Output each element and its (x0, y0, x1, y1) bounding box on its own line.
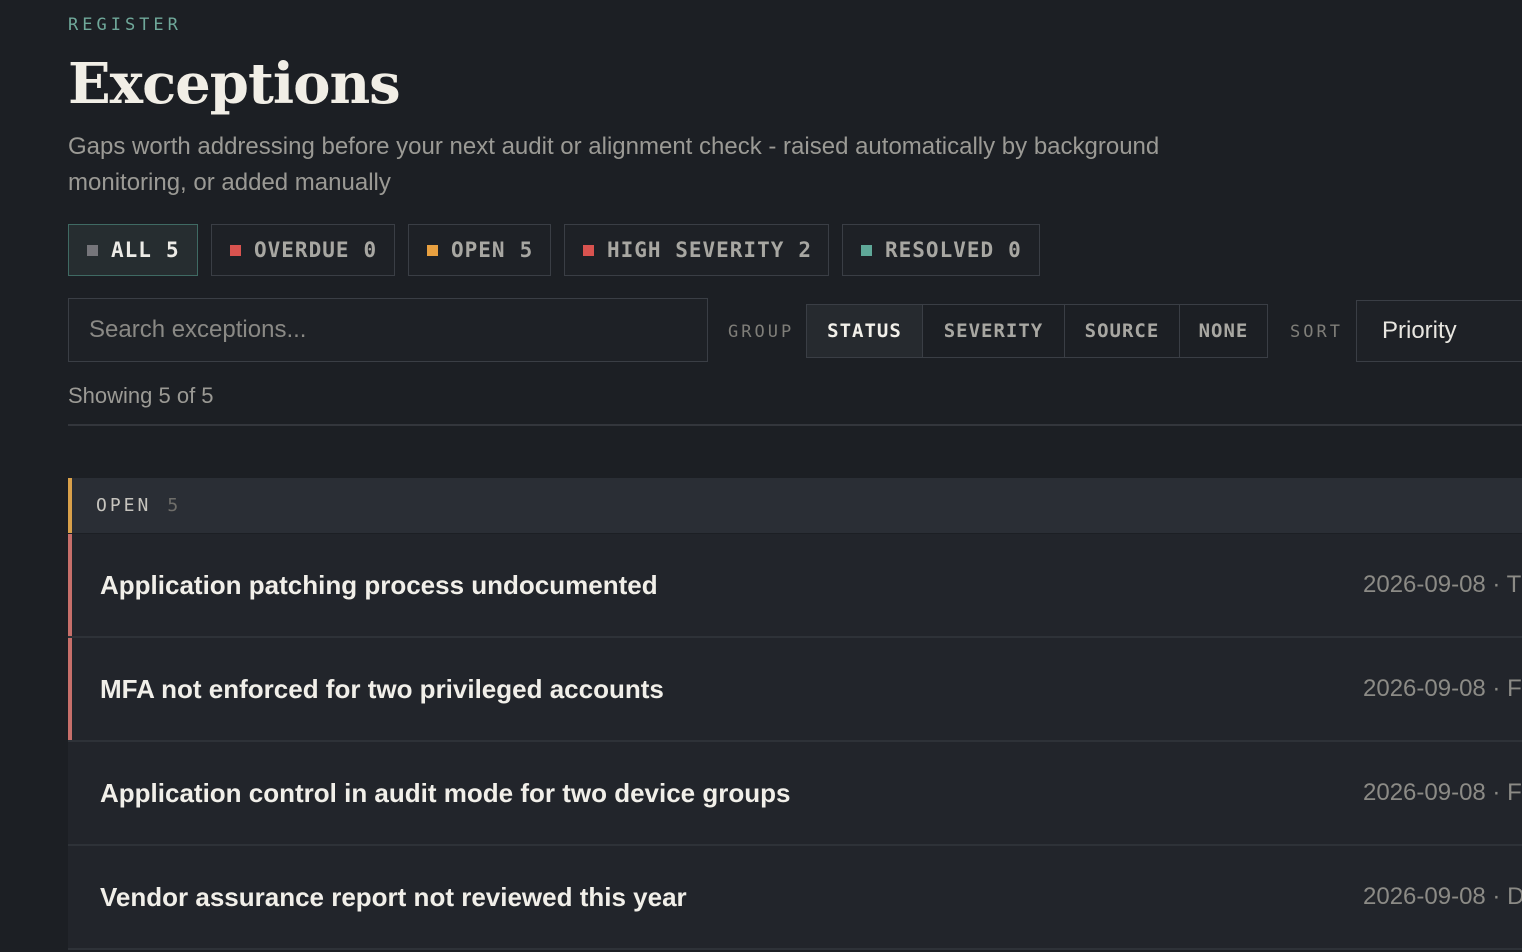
filter-chip-label: OPEN (451, 238, 506, 262)
filter-chip-all[interactable]: ALL 5 (68, 224, 198, 276)
filter-swatch-icon (427, 244, 438, 256)
filter-chip-label: HIGH SEVERITY (607, 238, 785, 262)
exception-meta: 2026-09-08 · F (1363, 675, 1522, 702)
exception-meta: 2026-09-08 · D (1363, 883, 1522, 910)
exception-row[interactable]: Application control in audit mode for tw… (68, 742, 1522, 846)
sort-select[interactable]: Priority (1356, 300, 1522, 362)
sort-label: SORT (1290, 322, 1343, 342)
filter-chip-count: 5 (519, 238, 534, 262)
results-count: Showing 5 of 5 (68, 383, 214, 408)
page-subtitle: Gaps worth addressing before your next a… (68, 133, 1160, 196)
filter-chip-count: 0 (1008, 238, 1022, 262)
filter-swatch-icon (230, 244, 241, 256)
filter-swatch-icon (861, 244, 872, 256)
page-eyebrow: REGISTER (68, 15, 182, 35)
filter-chip-resolved[interactable]: RESOLVED 0 (842, 224, 1040, 276)
filter-chip-high-severity[interactable]: HIGH SEVERITY 2 (564, 224, 829, 276)
exceptions-page: REGISTER Exceptions Gaps worth addressin… (68, 0, 1522, 952)
group-header-open[interactable]: OPEN 5 (68, 478, 1522, 533)
search-input[interactable] (68, 298, 708, 362)
exception-title: MFA not enforced for two privileged acco… (100, 674, 664, 704)
exception-title: Vendor assurance report not reviewed thi… (100, 882, 687, 912)
exception-meta: 2026-09-08 · F (1363, 779, 1522, 806)
filter-chip-count: 0 (363, 238, 378, 262)
filter-chip-label: RESOLVED (885, 238, 995, 262)
group-header-count: 5 (167, 495, 182, 516)
exception-row[interactable]: Application patching process undocumente… (68, 534, 1522, 638)
filter-chip-count: 2 (798, 238, 813, 262)
sort-select-value: Priority (1382, 317, 1457, 344)
filter-chip-label: ALL (111, 238, 152, 262)
divider (68, 424, 1522, 426)
filter-chip-count: 5 (165, 238, 180, 262)
filter-chip-label: OVERDUE (254, 238, 350, 262)
filter-swatch-icon (583, 244, 594, 256)
severity-accent-bar (68, 534, 72, 636)
exception-title: Application control in audit mode for tw… (100, 778, 791, 808)
group-by-label: GROUP (728, 322, 795, 342)
group-option-source[interactable]: SOURCE (1065, 305, 1180, 357)
filter-chip-overdue[interactable]: OVERDUE 0 (211, 224, 395, 276)
page-title: Exceptions (68, 51, 401, 117)
exception-meta: 2026-09-08 · T (1363, 571, 1522, 598)
filter-chip-open[interactable]: OPEN 5 (408, 224, 551, 276)
exception-title: Application patching process undocumente… (100, 570, 658, 600)
exception-row[interactable]: Vendor assurance report not reviewed thi… (68, 846, 1522, 950)
group-option-severity[interactable]: SEVERITY (923, 305, 1065, 357)
exception-row[interactable]: MFA not enforced for two privileged acco… (68, 638, 1522, 742)
group-option-status[interactable]: STATUS (807, 305, 923, 357)
filter-swatch-icon (87, 244, 98, 256)
group-header-label: OPEN (96, 495, 152, 516)
severity-accent-bar (68, 638, 72, 740)
group-option-none[interactable]: NONE (1180, 305, 1267, 357)
group-by-toggle: STATUS SEVERITY SOURCE NONE (806, 304, 1268, 358)
